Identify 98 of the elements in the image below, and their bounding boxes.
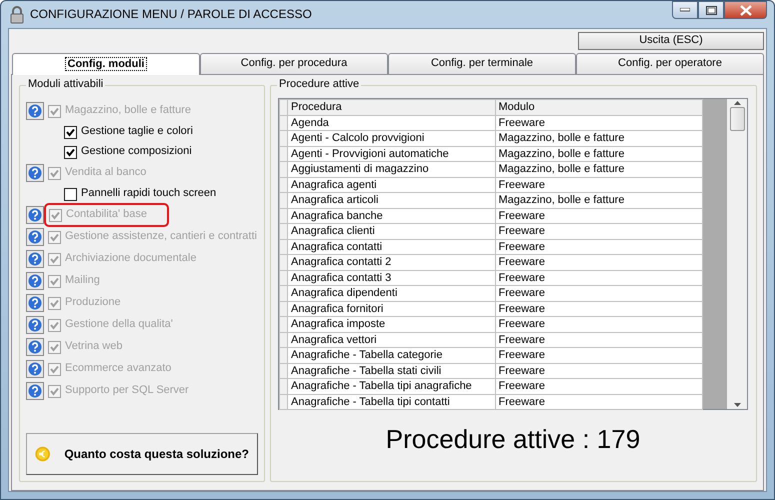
table-cell: Freeware [495, 254, 702, 270]
table-cell: Anagrafica imposte [288, 316, 495, 332]
table-cell: Freeware [495, 316, 702, 332]
table-cell: Anagrafica articoli [288, 192, 495, 208]
table-cell: Freeware [495, 348, 702, 363]
checkbox[interactable] [48, 318, 61, 332]
scrollbar[interactable] [727, 99, 747, 409]
help-button[interactable] [26, 382, 44, 400]
checkbox[interactable] [64, 146, 77, 158]
help-button[interactable] [26, 250, 44, 268]
table-cell: Magazzino, bolle e fatture [495, 192, 702, 208]
table-cell: Anagrafiche - Tabella tipi contatti [288, 394, 495, 410]
table-cell: Anagrafica contatti 2 [288, 254, 495, 270]
checkbox-label: Gestione taglie e colori [81, 125, 193, 139]
table-cell: Freeware [495, 394, 702, 410]
checkbox[interactable] [48, 166, 61, 180]
minimize-button[interactable] [672, 1, 698, 19]
table-cell: Freeware [495, 378, 702, 394]
table-cell: Aggiustamenti di magazzino [288, 162, 495, 177]
checkbox[interactable] [48, 252, 61, 266]
scrollbar-thumb[interactable] [730, 107, 744, 131]
tab[interactable]: Config. per operatore [576, 53, 764, 74]
checkbox[interactable] [48, 384, 61, 398]
table-cell: Freeware [495, 301, 702, 316]
table-cell: Freeware [495, 115, 702, 130]
table-cell: Anagrafica fornitori [288, 301, 495, 316]
checkbox-label: Archiviazione documentale [65, 252, 196, 266]
table-cell: Freeware [495, 332, 702, 348]
checkbox[interactable] [48, 296, 61, 310]
minimize-icon [680, 8, 690, 12]
help-button[interactable] [26, 316, 44, 334]
checkbox[interactable] [48, 362, 61, 376]
help-button[interactable] [26, 102, 44, 120]
table-cell: Anagrafica dipendenti [288, 286, 495, 301]
table-cell: Magazzino, bolle e fatture [495, 162, 702, 177]
checkbox-label: Produzione [65, 296, 121, 310]
table-cell: Anagrafiche - Tabella stati civili [288, 363, 495, 378]
checkbox[interactable] [48, 274, 61, 288]
checkbox[interactable] [64, 188, 77, 200]
checkbox-label: Pannelli rapidi touch screen [81, 187, 216, 201]
checkbox-label: Magazzino, bolle e fatture [65, 104, 191, 118]
checkbox-label: Mailing [65, 274, 100, 288]
help-button[interactable] [26, 360, 44, 378]
table-cell: Anagrafica clienti [288, 224, 495, 239]
checkbox-label: Gestione della qualita' [65, 318, 173, 332]
tab[interactable]: Config. per procedura [200, 53, 388, 74]
checkbox-label: Ecommerce avanzato [65, 362, 172, 376]
help-button[interactable] [26, 338, 44, 356]
checkbox[interactable] [48, 340, 61, 354]
checkbox-label: Contabilita' base [66, 208, 147, 222]
table-cell: Magazzino, bolle e fatture [495, 130, 702, 146]
maximize-icon [706, 6, 716, 14]
table-cell: Magazzino, bolle e fatture [495, 146, 702, 162]
maximize-button[interactable] [698, 1, 724, 19]
tab[interactable]: Config. moduli [12, 53, 200, 75]
checkbox-label: Supporto per SQL Server [65, 384, 189, 398]
close-button[interactable] [724, 1, 767, 19]
table-cell: Anagrafica vettori [288, 332, 495, 348]
checkbox[interactable] [49, 208, 62, 222]
help-button[interactable] [26, 294, 44, 312]
close-icon [740, 4, 752, 16]
column-header: Procedura [288, 100, 495, 115]
price-button[interactable]: Quanto costa questa soluzione? [26, 433, 258, 475]
table-cell: Freeware [495, 363, 702, 378]
exit-button[interactable]: Uscita (ESC) [578, 32, 764, 50]
tab[interactable]: Config. per terminale [388, 53, 576, 74]
checkbox[interactable] [48, 104, 61, 118]
table-cell: Freeware [495, 177, 702, 192]
table-cell: Freeware [495, 270, 702, 286]
checkbox[interactable] [48, 230, 61, 244]
window-title: CONFIGURAZIONE MENU / PAROLE DI ACCESSO [30, 7, 312, 22]
table-cell: Anagrafica contatti [288, 239, 495, 254]
table-cell: Freeware [495, 286, 702, 301]
checkbox[interactable] [64, 126, 77, 138]
help-button[interactable] [26, 228, 44, 246]
checkbox-label: Vendita al banco [65, 166, 146, 180]
scroll-up-icon[interactable] [734, 101, 740, 105]
table-cell: Anagrafica agenti [288, 177, 495, 192]
table-cell: Anagrafica banche [288, 208, 495, 224]
help-button[interactable] [26, 164, 44, 182]
table-cell: Agenti - Provvigioni automatiche [288, 146, 495, 162]
table-cell: Anagrafiche - Tabella categorie [288, 348, 495, 363]
scroll-down-icon[interactable] [734, 403, 740, 407]
checkbox-label: Vetrina web [65, 340, 122, 354]
help-button[interactable] [26, 272, 44, 290]
table-cell: Anagrafica contatti 3 [288, 270, 495, 286]
checkbox-label: Gestione composizioni [81, 145, 192, 159]
checkbox-label: Gestione assistenze, cantieri e contratti [65, 230, 257, 244]
padlock-icon [10, 6, 24, 24]
table-cell: Freeware [495, 208, 702, 224]
table-cell: Freeware [495, 224, 702, 239]
table-cell: Agenti - Calcolo provvigioni [288, 130, 495, 146]
table-cell: Anagrafiche - Tabella tipi anagrafiche [288, 378, 495, 394]
column-header: Modulo [495, 100, 702, 115]
table-cell: Freeware [495, 239, 702, 254]
help-button[interactable] [26, 206, 44, 224]
table-cell: Agenda [288, 115, 495, 130]
procedure-count: Procedure attive : 179 [384, 424, 642, 456]
